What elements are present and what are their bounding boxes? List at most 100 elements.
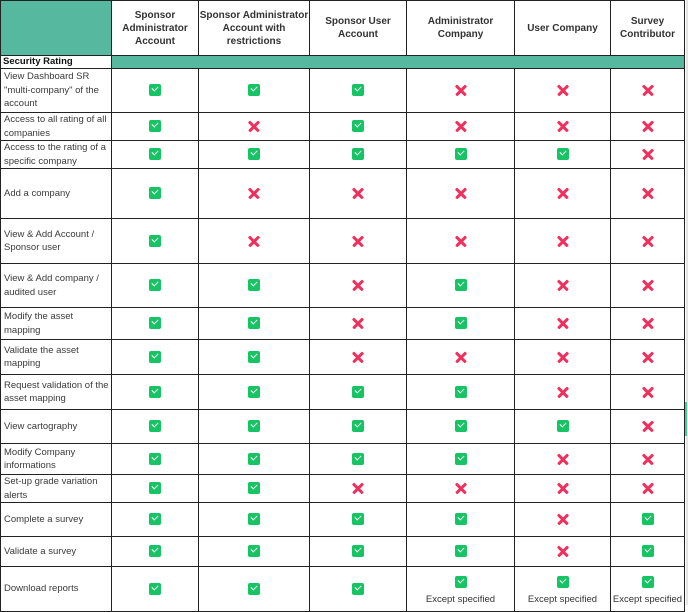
cross-icon [352, 351, 364, 363]
check-icon [149, 582, 161, 595]
permission-cell [406, 68, 515, 113]
permission-cell [309, 474, 407, 503]
column-header: Sponsor Administrator Account [111, 0, 199, 56]
check-icon [248, 513, 260, 526]
table-row: Modify Company informations [0, 443, 685, 475]
table-row: View & Add company / audited user [0, 263, 685, 308]
check-icon [352, 582, 364, 595]
permission-cell [406, 374, 515, 410]
permission-cell [198, 536, 310, 567]
check-icon [352, 148, 364, 161]
cross-icon [455, 235, 467, 247]
check-icon [248, 84, 260, 97]
check-icon [352, 513, 364, 526]
check-icon [352, 452, 364, 465]
permission-cell [610, 68, 685, 113]
check-icon [149, 279, 161, 292]
check-icon [641, 576, 654, 589]
permission-cell [309, 168, 407, 219]
permission-cell [514, 374, 611, 410]
permission-cell [610, 218, 685, 264]
permission-cell [309, 68, 407, 113]
check-icon [352, 120, 364, 133]
cross-icon [557, 482, 569, 494]
permission-cell [309, 443, 407, 475]
permission-cell [610, 168, 685, 219]
check-icon [149, 452, 161, 465]
permission-cell [309, 140, 407, 169]
permission-cell [309, 112, 407, 141]
feature-label: View & Add Account / Sponsor user [0, 218, 112, 264]
check-icon [556, 420, 569, 433]
permission-cell [198, 218, 310, 264]
check-icon [454, 513, 467, 526]
permission-cell [309, 536, 407, 567]
cross-icon [352, 317, 364, 329]
check-icon [641, 545, 654, 558]
check-icon [352, 420, 364, 433]
corner-cell [0, 0, 112, 56]
check-icon [641, 513, 654, 526]
permission-cell [198, 307, 310, 340]
check-icon [248, 545, 260, 558]
permission-cell [198, 374, 310, 410]
permission-cell [309, 307, 407, 340]
feature-label: Request validation of the asset mapping [0, 374, 112, 410]
header-row: Sponsor Administrator Account Sponsor Ad… [0, 0, 685, 56]
permission-cell [111, 536, 199, 567]
check-icon [352, 385, 364, 398]
permission-cell [406, 536, 515, 567]
cell-selection-edge [685, 402, 687, 436]
permission-cell [610, 140, 685, 169]
permission-cell [406, 218, 515, 264]
cross-icon [642, 279, 654, 291]
permission-cell [406, 339, 515, 375]
check-icon [149, 482, 161, 495]
table-row: View cartography [0, 409, 685, 444]
check-icon [454, 576, 467, 589]
table-row: Request validation of the asset mapping [0, 374, 685, 410]
check-icon [248, 452, 260, 465]
permission-cell [610, 374, 685, 410]
feature-label: Set-up grade variation alerts [0, 474, 112, 503]
permission-cell [610, 502, 685, 537]
permission-cell [514, 218, 611, 264]
cross-icon [557, 235, 569, 247]
cross-icon [455, 120, 467, 132]
cross-icon [557, 513, 569, 525]
permission-cell [309, 409, 407, 444]
permission-cell [309, 374, 407, 410]
check-icon [454, 545, 467, 558]
cross-icon [642, 420, 654, 432]
permission-cell [198, 68, 310, 113]
permission-cell [111, 339, 199, 375]
feature-label: Complete a survey [0, 502, 112, 537]
feature-label: Modify Company informations [0, 443, 112, 475]
check-icon [149, 120, 161, 133]
cross-icon [455, 482, 467, 494]
check-icon [556, 148, 569, 161]
permission-cell [610, 263, 685, 308]
check-icon [248, 385, 260, 398]
check-icon [352, 84, 364, 97]
check-icon [454, 452, 467, 465]
permission-cell [111, 374, 199, 410]
cross-icon [352, 279, 364, 291]
permission-cell [610, 409, 685, 444]
permission-cell [406, 140, 515, 169]
check-icon [454, 279, 467, 292]
check-icon [149, 317, 161, 330]
check-icon [248, 482, 260, 495]
check-icon [248, 317, 260, 330]
check-icon [454, 385, 467, 398]
permission-cell [610, 339, 685, 375]
cross-icon [248, 120, 260, 132]
cell-note: Except specified [425, 593, 496, 605]
permission-cell [198, 443, 310, 475]
cross-icon [557, 386, 569, 398]
feature-label: Validate a survey [0, 536, 112, 567]
permission-cell [198, 168, 310, 219]
table-row: Complete a survey [0, 502, 685, 537]
cross-icon [557, 187, 569, 199]
feature-label: Access to the rating of a specific compa… [0, 140, 112, 169]
